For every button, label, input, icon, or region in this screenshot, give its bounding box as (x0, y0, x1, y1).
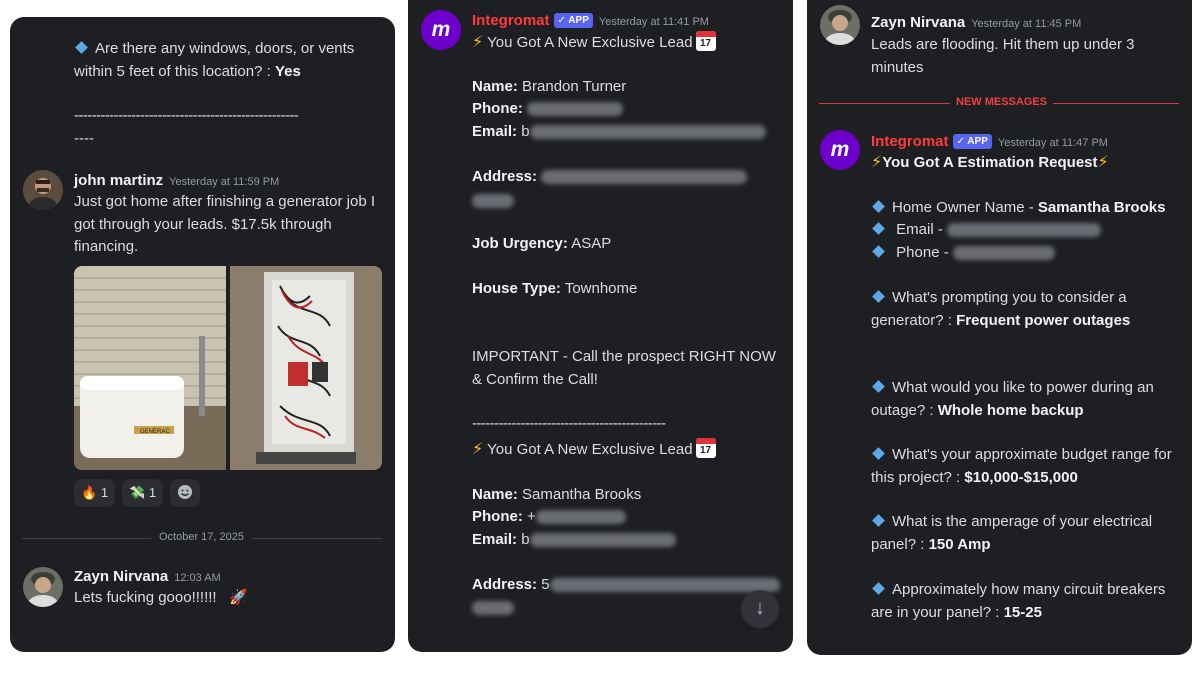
redacted-phone (952, 246, 1055, 261)
chat-panel-middle: m Integromat ✓ APP Yesterday at 11:41 PM ⚡… (408, 0, 793, 652)
homeowner-email: Email - (871, 219, 1102, 242)
chat-panel-right: Zayn Nirvana Yesterday at 11:45 PM Leads … (807, 0, 1192, 655)
username[interactable]: Zayn Nirvana (74, 568, 168, 585)
message-header: Zayn Nirvana 12:03 AM (74, 568, 221, 586)
username[interactable]: Zayn Nirvana (871, 14, 965, 31)
timestamp: 12:03 AM (174, 572, 221, 584)
integromat-logo-icon[interactable]: m (421, 10, 461, 50)
question-3: What's your approximate budget range for… (871, 446, 1172, 486)
redacted-address (541, 170, 748, 185)
lead-house-type: House Type: Townhome (472, 280, 638, 297)
message-text: Lets fucking gooo!!!!!! 🚀 (74, 589, 248, 606)
svg-text:GENERAC: GENERAC (140, 429, 170, 435)
lead-title: ⚡ You Got A New Exclusive Lead 17 (472, 31, 716, 55)
reaction-fire[interactable]: 🔥 1 (74, 479, 116, 507)
money-wings-icon: 💸 (129, 485, 146, 500)
lightning-icon: ⚡ (1097, 154, 1109, 171)
lead-name: Name: Samantha Brooks (472, 486, 642, 503)
question-5: Approximately how many circuit breakers … (871, 581, 1166, 621)
lead-email: Email: b (472, 121, 766, 144)
username[interactable]: john martinz (74, 172, 163, 189)
smiley-icon (178, 485, 192, 499)
timestamp: Yesterday at 11:59 PM (169, 176, 280, 188)
redacted-phone (535, 510, 626, 525)
redacted-phone (527, 102, 624, 117)
rocket-icon: 🚀 (229, 589, 248, 606)
redacted-email (529, 125, 766, 140)
avatar[interactable] (820, 5, 860, 45)
redacted-address-line2 (472, 193, 514, 208)
diamond-icon (872, 245, 885, 258)
lead-name: Name: Brandon Turner (472, 78, 627, 95)
lightning-icon: ⚡ (472, 34, 484, 51)
diamond-icon (872, 447, 885, 460)
diamond-icon (872, 380, 885, 393)
chat-panel-left: Are there any windows, doors, or vents w… (10, 17, 395, 652)
avatar[interactable] (23, 170, 63, 210)
dash-separator: ----------------------------------------… (74, 107, 299, 124)
important-note: IMPORTANT - Call the prospect RIGHT NOW … (472, 348, 776, 388)
lead-phone: Phone: (472, 98, 624, 121)
question-text: Are there any windows, doors, or vents w… (74, 40, 355, 80)
diamond-icon (872, 200, 885, 213)
homeowner-phone: Phone - (871, 242, 1055, 265)
reaction-money[interactable]: 💸 1 (122, 479, 164, 507)
avatar[interactable] (23, 567, 63, 607)
lead-title: ⚡ You Got A New Exclusive Lead 17 (472, 438, 716, 462)
redacted-address (549, 578, 780, 593)
redacted-address-line2 (472, 600, 514, 615)
integromat-logo-icon[interactable]: m (820, 130, 860, 170)
estimation-title: ⚡You Got A Estimation Request⚡ (871, 154, 1109, 171)
lead-urgency: Job Urgency: ASAP (472, 235, 612, 252)
lead-phone: Phone: + (472, 506, 626, 529)
app-badge: ✓ APP (553, 13, 593, 28)
homeowner-name: Home Owner Name - Samantha Brooks (871, 197, 1165, 220)
message-text: Just got home after finishing a generato… (74, 193, 376, 255)
calendar-icon: 17 (695, 31, 716, 51)
app-badge: ✓ APP (952, 134, 992, 149)
electrical-panel-photo[interactable] (230, 266, 382, 470)
timestamp: Yesterday at 11:45 PM (971, 18, 1082, 30)
lightning-icon: ⚡ (472, 441, 484, 458)
lead-email: Email: b (472, 529, 676, 552)
diamond-icon (872, 582, 885, 595)
redacted-email (529, 533, 676, 548)
message-header: Integromat ✓ APP Yesterday at 11:47 PM (871, 133, 1108, 152)
arrow-down-icon: ↓ (755, 597, 765, 619)
fire-icon: 🔥 (81, 485, 98, 500)
message-text: Leads are flooding. Hit them up under 3 … (871, 36, 1135, 76)
dash-separator: ----------------------------------------… (472, 415, 666, 432)
dash-separator-end: ---- (74, 130, 94, 147)
add-reaction-button[interactable] (170, 479, 200, 507)
lead-address: Address: (472, 166, 748, 189)
app-name[interactable]: Integromat (472, 12, 550, 29)
timestamp: Yesterday at 11:41 PM (598, 16, 709, 28)
message-header: Integromat ✓ APP Yesterday at 11:41 PM (472, 12, 709, 31)
app-name[interactable]: Integromat (871, 133, 949, 150)
lightning-icon: ⚡ (871, 154, 883, 171)
timestamp: Yesterday at 11:47 PM (997, 137, 1108, 149)
calendar-icon: 17 (695, 438, 716, 458)
redacted-email (947, 223, 1102, 238)
date-separator: October 17, 2025 (151, 531, 253, 543)
generator-photo[interactable]: GENERAC (74, 266, 226, 470)
question-4: What is the amperage of your electrical … (871, 513, 1153, 553)
message-header: john martinz Yesterday at 11:59 PM (74, 172, 279, 190)
scroll-down-button[interactable]: ↓ (741, 590, 779, 628)
lead-address: Address: 5 (472, 574, 780, 597)
diamond-icon (75, 41, 88, 54)
diamond-icon (872, 290, 885, 303)
question-1: What's prompting you to consider a gener… (871, 289, 1131, 329)
question-2: What would you like to power during an o… (871, 379, 1154, 419)
diamond-icon (872, 222, 885, 235)
message-header: Zayn Nirvana Yesterday at 11:45 PM (871, 14, 1081, 33)
diamond-icon (872, 514, 885, 527)
new-messages-label: NEW MESSAGES (950, 96, 1054, 108)
